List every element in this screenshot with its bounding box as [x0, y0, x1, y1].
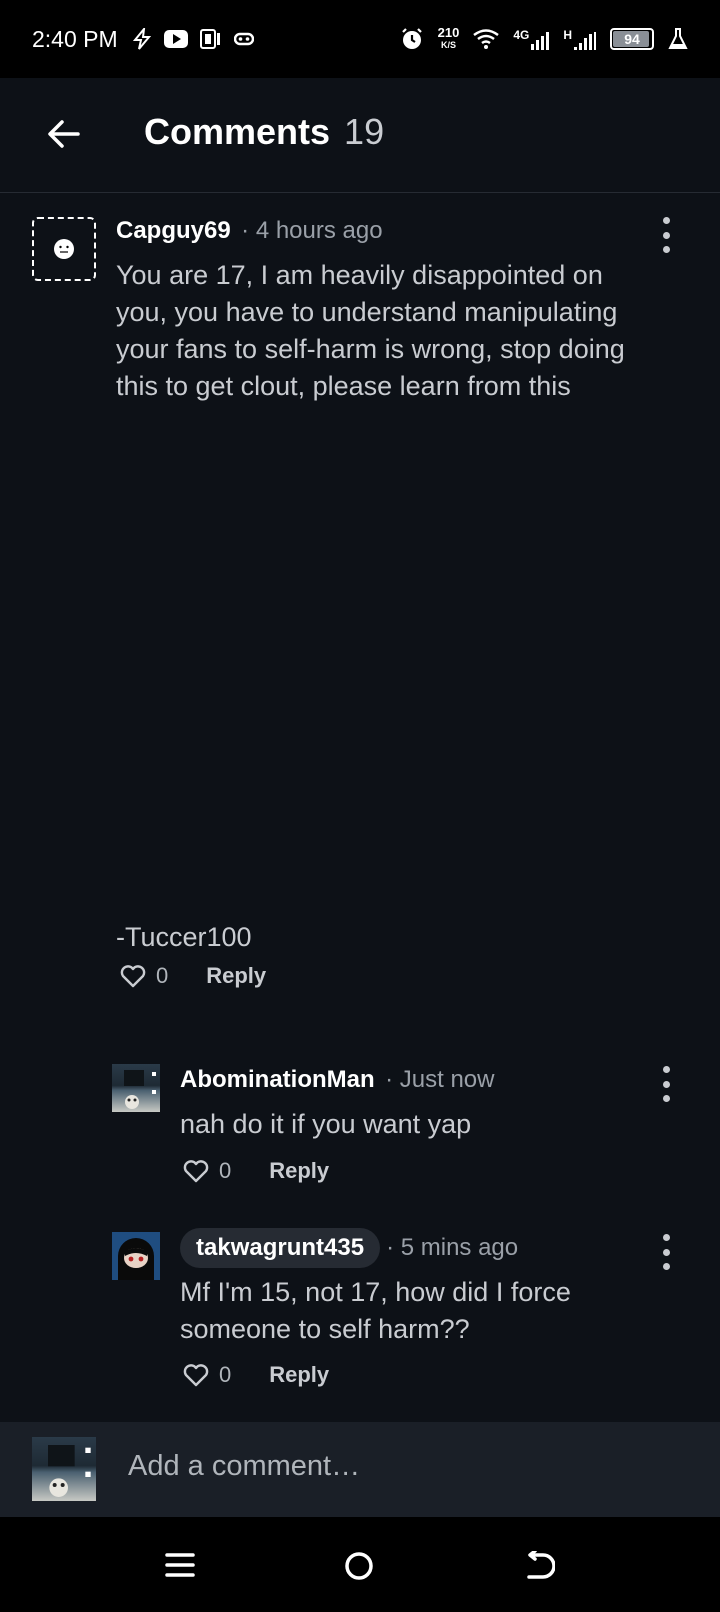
avatar[interactable]: [112, 1064, 160, 1112]
wifi-icon: [473, 29, 500, 49]
comment-timestamp: · Just now: [385, 1066, 495, 1093]
header-title-text: Comments: [144, 111, 331, 152]
more-options-icon[interactable]: [661, 217, 671, 253]
comment-header: takwagrunt435 · 5 mins ago: [180, 1228, 518, 1268]
comments-header: Comments 19: [0, 78, 720, 193]
home-circle-icon[interactable]: [344, 1551, 374, 1581]
reply-button[interactable]: Reply: [269, 1362, 329, 1388]
reply-item: takwagrunt435 · 5 mins ago Mf I'm 15, no…: [0, 1220, 720, 1420]
like-heart-icon[interactable]: [120, 964, 146, 988]
avatar-thumbnail-icon: [124, 1070, 156, 1109]
back-arrow-icon[interactable]: [44, 114, 84, 154]
reply-button[interactable]: Reply: [206, 963, 266, 989]
like-count: 0: [156, 963, 169, 988]
net-speed-value: 210: [437, 25, 460, 40]
charging-bolt-icon: [132, 28, 151, 50]
comment-item: Capguy69 · 4 hours ago You are 17, I am …: [0, 193, 720, 1023]
comment-signature: -Tuccer100: [116, 922, 252, 952]
comment-body: nah do it if you want yap: [180, 1109, 472, 1139]
like-count: 0: [219, 1158, 232, 1183]
add-comment-input[interactable]: Add a comment…: [128, 1450, 360, 1483]
avatar[interactable]: [112, 1232, 160, 1280]
system-icons: 210 K/S 4G H 94: [400, 25, 688, 51]
comment-body: Mf I'm 15, not 17, how did I force someo…: [180, 1277, 571, 1344]
reply-button[interactable]: Reply: [269, 1158, 329, 1184]
net-speed-unit: K/S: [440, 40, 456, 50]
avatar-character-icon: [118, 1238, 154, 1280]
like-count: 0: [219, 1362, 232, 1387]
menu-icon[interactable]: [165, 1552, 195, 1578]
status-bar: 2:40 PM 210 K/S 4G H 94: [0, 0, 720, 78]
net-type-label: 4G: [513, 28, 530, 42]
return-arrow-icon[interactable]: [525, 1551, 555, 1581]
comment-timestamp: · 5 mins ago: [386, 1234, 519, 1261]
signal-bars-icon: [574, 32, 596, 50]
alarm-icon: [401, 28, 422, 49]
signal-bars-icon: [531, 32, 550, 50]
placeholder-face-icon: [54, 239, 74, 259]
comment-actions: 0 Reply: [120, 963, 266, 989]
signal-h: H: [563, 28, 596, 50]
battery-indicator: 94: [610, 28, 654, 50]
battery-level: 94: [624, 31, 640, 47]
comment-count: 19: [344, 111, 385, 152]
comment-actions: 0 Reply: [183, 1362, 329, 1388]
youtube-icon: [163, 30, 188, 48]
signal-4g: 4G: [513, 28, 550, 50]
net-speed: 210 K/S: [437, 25, 460, 51]
comment-author[interactable]: Capguy69: [116, 217, 231, 244]
notification-icons: [132, 28, 254, 50]
signal2-label: H: [563, 28, 572, 42]
user-avatar: [32, 1437, 96, 1501]
avatar-thumbnail-icon: [48, 1445, 91, 1497]
gamepad-icon: [233, 32, 254, 46]
like-heart-icon[interactable]: [183, 1363, 209, 1387]
system-nav-bar: [0, 1517, 720, 1612]
more-options-icon[interactable]: [661, 1234, 671, 1270]
reply-item: AbominationMan · Just now nah do it if y…: [0, 1050, 720, 1200]
comment-compose-bar: Add a comment…: [0, 1422, 720, 1517]
comment-header: Capguy69 · 4 hours ago: [116, 217, 383, 245]
comment-author[interactable]: AbominationMan: [180, 1066, 375, 1093]
comment-timestamp: · 4 hours ago: [241, 217, 383, 244]
comment-body: You are 17, I am heavily disappointed on…: [116, 260, 625, 401]
status-time: 2:40 PM: [32, 25, 118, 52]
page-title: Comments 19: [144, 111, 384, 153]
like-heart-icon[interactable]: [183, 1159, 209, 1183]
comment-header: AbominationMan · Just now: [180, 1066, 494, 1094]
more-options-icon[interactable]: [661, 1066, 671, 1102]
avatar[interactable]: [32, 217, 96, 281]
comment-actions: 0 Reply: [183, 1158, 329, 1184]
cast-icon: [199, 29, 220, 49]
lab-flask-icon: [668, 28, 688, 49]
comment-author-highlighted[interactable]: takwagrunt435: [180, 1228, 381, 1268]
